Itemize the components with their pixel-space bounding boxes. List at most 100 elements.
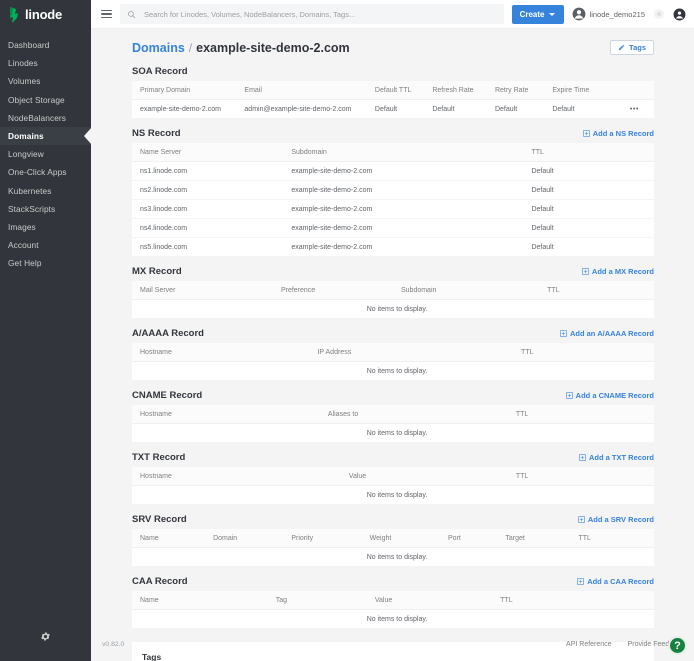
column-header: Priority	[283, 529, 361, 548]
table-cell: ns1.linode.com	[132, 162, 283, 181]
add-record-link-srv-record[interactable]: Add a SRV Record	[578, 515, 654, 524]
edit-tags-label: Tags	[629, 43, 646, 52]
section-header: A/AAAA RecordAdd an A/AAAA Record	[132, 328, 654, 339]
table-cell: Default	[544, 100, 607, 119]
section-txt-record: TXT RecordAdd a TXT RecordHostnameValueT…	[132, 452, 654, 504]
hamburger-icon[interactable]	[101, 10, 112, 19]
section-ns-record: NS RecordAdd a NS RecordName ServerSubdo…	[132, 128, 654, 256]
column-header	[607, 81, 654, 100]
column-header: Retry Rate	[487, 81, 544, 100]
section-header: CNAME RecordAdd a CNAME Record	[132, 390, 654, 401]
column-header: Subdomain	[283, 143, 523, 162]
breadcrumb: Domains / example-site-demo-2.com	[132, 41, 350, 55]
footer-links: API ReferenceProvide Feedback	[566, 641, 684, 648]
sidebar-item-images[interactable]: Images	[0, 218, 91, 236]
plus-box-icon	[583, 130, 590, 137]
column-header: Email	[236, 81, 367, 100]
add-record-link-ns-record[interactable]: Add a NS Record	[583, 129, 654, 138]
create-button-label: Create	[520, 10, 545, 19]
sidebar-item-longview[interactable]: Longview	[0, 145, 91, 163]
edit-tags-button[interactable]: Tags	[610, 40, 654, 55]
sidebar-item-one-click-apps[interactable]: One-Click Apps	[0, 163, 91, 181]
column-header: Aliases to	[320, 405, 508, 424]
sidebar-item-dashboard[interactable]: Dashboard	[0, 36, 91, 54]
profile-icon[interactable]	[673, 8, 686, 21]
table-cell: example-site-demo-2.com	[283, 238, 523, 257]
column-header: Target	[497, 529, 570, 548]
footer-link-api-reference[interactable]: API Reference	[566, 641, 612, 648]
table-row: ns2.linode.comexample-site-demo-2.comDef…	[132, 181, 654, 200]
table-row: ns3.linode.comexample-site-demo-2.comDef…	[132, 200, 654, 219]
column-header: Weight	[362, 529, 440, 548]
table-header-row: NameTagValueTTL	[132, 591, 654, 610]
sidebar-item-linodes[interactable]: Linodes	[0, 54, 91, 72]
linode-logo[interactable]: linode	[0, 0, 91, 29]
column-header: Value	[341, 467, 508, 486]
column-header: Primary Domain	[132, 81, 236, 100]
section-title: MX Record	[132, 266, 182, 277]
add-record-link-txt-record[interactable]: Add a TXT Record	[579, 453, 654, 462]
column-header: Name Server	[132, 143, 283, 162]
row-action-menu-icon[interactable]: •••	[607, 100, 654, 119]
table-a-aaaa-record: HostnameIP AddressTTLNo items to display…	[132, 343, 654, 380]
breadcrumb-parent-link[interactable]: Domains	[132, 41, 185, 55]
table-row: example-site-demo-2.comadmin@example-sit…	[132, 100, 654, 119]
column-header: Expire Time	[544, 81, 607, 100]
section-caa-record: CAA RecordAdd a CAA RecordNameTagValueTT…	[132, 576, 654, 628]
top-bar: Create linode_demo215	[91, 0, 694, 29]
table-srv-record: NameDomainPriorityWeightPortTargetTTLNo …	[132, 529, 654, 566]
sidebar-settings[interactable]	[0, 611, 91, 661]
linode-leaf-icon	[8, 7, 21, 23]
sidebar: linode DashboardLinodesVolumes Object Sto…	[0, 0, 91, 661]
help-button[interactable]: ?	[668, 636, 687, 655]
search-input[interactable]	[142, 9, 497, 20]
empty-row: No items to display.	[132, 486, 654, 505]
notification-icon[interactable]	[653, 8, 665, 20]
add-record-label: Add a CNAME Record	[576, 391, 654, 400]
sidebar-nav: DashboardLinodesVolumes Object Storage Nod…	[0, 36, 91, 272]
sidebar-item-object-storage[interactable]: Object Storage	[0, 91, 91, 109]
table-header-row: Primary DomainEmailDefault TTLRefresh Ra…	[132, 81, 654, 100]
sidebar-item-volumes[interactable]: Volumes	[0, 72, 91, 90]
section-title: TXT Record	[132, 452, 185, 463]
table-header-row: Name ServerSubdomainTTL	[132, 143, 654, 162]
add-record-link-caa-record[interactable]: Add a CAA Record	[577, 577, 654, 586]
create-button[interactable]: Create	[512, 5, 564, 24]
table-header-row: HostnameIP AddressTTL	[132, 343, 654, 362]
sidebar-item-label: Images	[8, 222, 36, 232]
global-search[interactable]	[120, 4, 504, 24]
page-title: example-site-demo-2.com	[196, 41, 350, 55]
table-cell: ns2.linode.com	[132, 181, 283, 200]
column-header: Tag	[268, 591, 367, 610]
plus-box-icon	[582, 268, 589, 275]
plus-box-icon	[579, 454, 586, 461]
section-a-aaaa-record: A/AAAA RecordAdd an A/AAAA Record Hostnam…	[132, 328, 654, 380]
column-header: TTL	[570, 529, 654, 548]
sidebar-item-kubernetes[interactable]: Kubernetes	[0, 182, 91, 200]
sidebar-item-get-help[interactable]: Get Help	[0, 254, 91, 272]
sidebar-item-label: Domains	[8, 131, 44, 141]
add-record-link-mx-record[interactable]: Add a MX Record	[582, 267, 654, 276]
empty-state-text: No items to display.	[132, 610, 654, 629]
sidebar-item-label: NodeBalancers	[8, 113, 66, 123]
sidebar-item-nodebalancers[interactable]: NodeBalancers	[0, 109, 91, 127]
add-record-link-cname-record[interactable]: Add a CNAME Record	[566, 391, 654, 400]
search-icon	[127, 10, 136, 19]
sidebar-item-label: Object Storage	[8, 95, 65, 105]
sidebar-item-stackscripts[interactable]: StackScripts	[0, 200, 91, 218]
sidebar-item-domains[interactable]: Domains	[0, 127, 91, 145]
table-header-row: Mail ServerPreferenceSubdomainTTL	[132, 281, 654, 300]
empty-state-text: No items to display.	[132, 300, 654, 319]
sidebar-item-label: Get Help	[8, 258, 42, 268]
table-cell: Default	[367, 100, 424, 119]
footer: v0.82.0 API ReferenceProvide Feedback	[91, 627, 694, 661]
column-header: TTL	[513, 343, 654, 362]
section-title: SRV Record	[132, 514, 187, 525]
column-header: Mail Server	[132, 281, 273, 300]
logo-text: linode	[25, 8, 62, 21]
sidebar-item-account[interactable]: Account	[0, 236, 91, 254]
plus-box-icon	[560, 330, 567, 337]
add-record-link-a-aaaa-record[interactable]: Add an A/AAAA Record	[560, 329, 654, 338]
user-menu[interactable]: linode_demo215	[572, 7, 645, 21]
empty-row: No items to display.	[132, 548, 654, 567]
